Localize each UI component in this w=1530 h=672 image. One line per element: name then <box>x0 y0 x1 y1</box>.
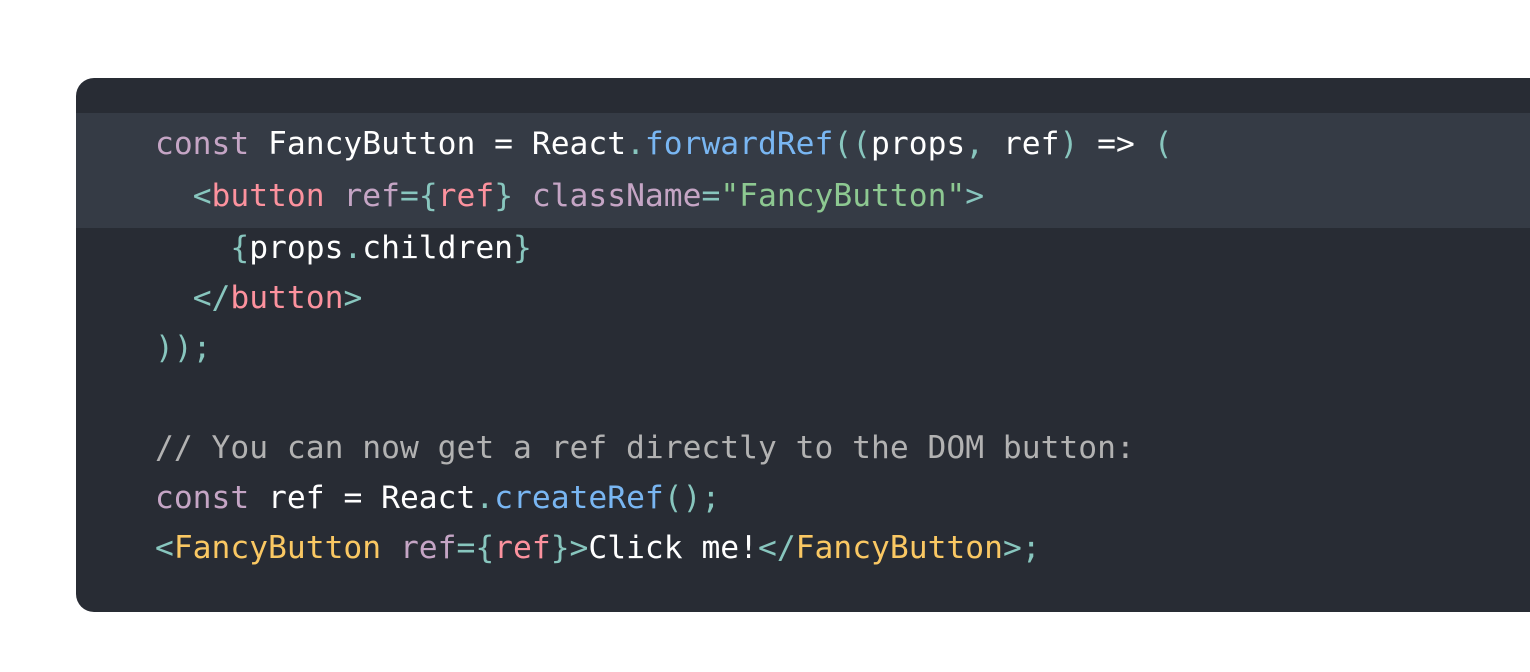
code-block: const FancyButton = React.forwardRef((pr… <box>76 78 1530 612</box>
code-token-plain: => <box>1078 126 1154 162</box>
code-token-tag: button <box>230 280 344 316</box>
code-token-plain: = <box>494 126 514 162</box>
code-line: const FancyButton = React.forwardRef((pr… <box>155 119 1173 171</box>
code-token-plain: FancyButton <box>249 126 495 162</box>
code-token-punct: . <box>343 230 363 266</box>
code-token-tag: ref <box>437 178 495 214</box>
code-token-comp: FancyButton <box>173 530 382 566</box>
code-token-punct: { <box>475 530 495 566</box>
code-token-punct: } <box>550 530 570 566</box>
code-line: {props.children} <box>155 223 1173 273</box>
code-token-punct: ; <box>1021 530 1041 566</box>
code-line: </button> <box>155 273 1173 323</box>
code-token-func: createRef <box>494 480 664 516</box>
code-token-punct: > <box>965 178 985 214</box>
code-token-punct: } <box>494 178 514 214</box>
code-token-plain: props <box>871 126 966 162</box>
code-token-plain: ref <box>249 480 344 516</box>
code-token-tag: button <box>211 178 325 214</box>
code-token-plain: ref <box>984 126 1060 162</box>
code-token-punct: > <box>569 530 589 566</box>
code-token-plain: children <box>362 230 514 266</box>
code-token-punct: (( <box>833 126 872 162</box>
code-token-comment: // You can now get a ref directly to the… <box>155 430 1135 466</box>
code-token-plain: props <box>249 230 344 266</box>
code-line: )); <box>155 323 1173 373</box>
code-token-punct: . <box>475 480 495 516</box>
code-token-punct: (); <box>663 480 721 516</box>
code-token-punct: )); <box>155 330 212 366</box>
code-token-attr: className <box>531 178 702 214</box>
code-token-plain: Click me! <box>588 530 758 566</box>
code-token-punct: > <box>1002 530 1022 566</box>
code-token-punct: < <box>192 178 212 214</box>
code-line: const ref = React.createRef(); <box>155 473 1173 523</box>
code-token-punct: </ <box>192 280 231 316</box>
code-token-plain: = <box>343 480 363 516</box>
code-token-attr: ref <box>343 178 400 214</box>
code-token-comp: FancyButton <box>795 530 1003 566</box>
code-token-attr: ref <box>399 530 457 566</box>
code-token-punct: > <box>343 280 363 316</box>
code-token-punct: { <box>230 230 250 266</box>
code-token-punct: < <box>155 530 174 566</box>
code-content: const FancyButton = React.forwardRef((pr… <box>155 119 1173 573</box>
code-token-punct: = <box>456 530 476 566</box>
code-token-plain: React <box>362 480 476 516</box>
code-token-punct: = <box>399 178 419 214</box>
code-line: <FancyButton ref={ref}>Click me!</FancyB… <box>155 523 1173 573</box>
code-token-string: "FancyButton" <box>720 178 966 214</box>
code-token-punct: = <box>701 178 721 214</box>
code-token-func: forwardRef <box>644 126 834 162</box>
code-token-punct: ( <box>1153 126 1173 162</box>
code-token-punct: ) <box>1059 126 1079 162</box>
code-token-punct: . <box>626 126 645 162</box>
code-token-punct: { <box>418 178 438 214</box>
code-token-punct: , <box>965 126 985 162</box>
code-token-plain: React <box>513 126 627 162</box>
code-line: <button ref={ref} className="FancyButton… <box>155 171 1173 223</box>
code-token-punct: </ <box>757 530 796 566</box>
code-token-tag: ref <box>494 530 551 566</box>
code-token-keyword: const <box>155 480 250 516</box>
code-token-keyword: const <box>155 126 250 162</box>
code-token-punct: } <box>513 230 532 266</box>
code-line: // You can now get a ref directly to the… <box>155 423 1173 473</box>
